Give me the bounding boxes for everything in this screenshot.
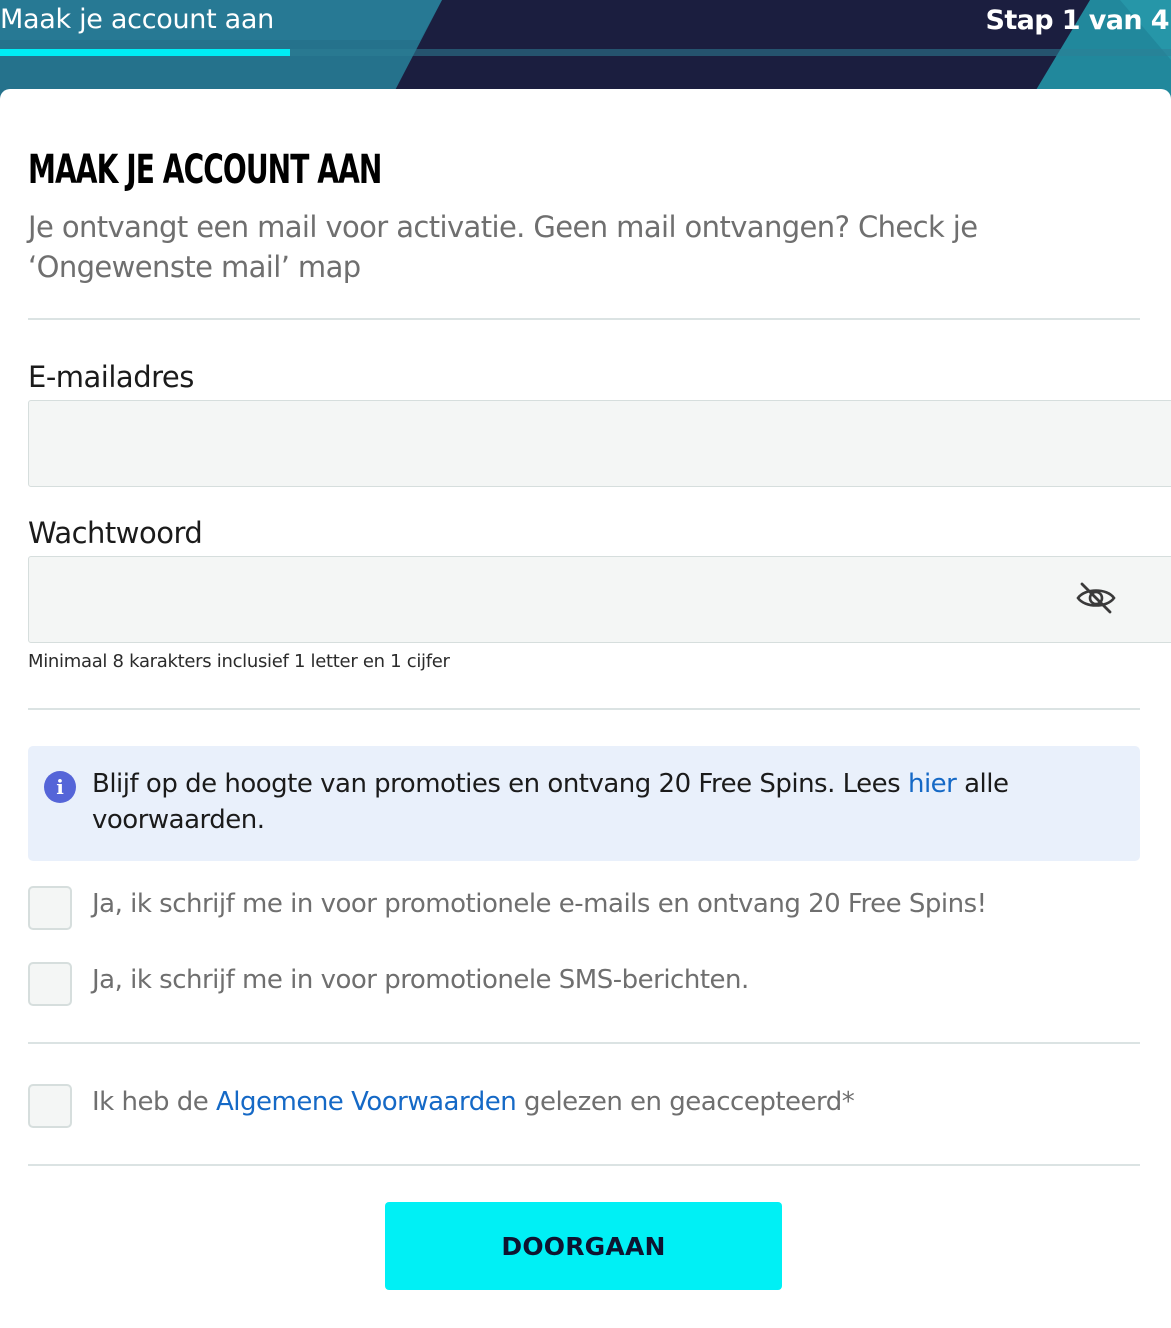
info-icon: i — [44, 771, 76, 803]
sms-promo-label[interactable]: Ja, ik schrijf me in voor promotionele S… — [92, 965, 749, 995]
continue-button[interactable]: DOORGAAN — [385, 1202, 782, 1290]
promo-info-box: i Blijf op de hoogte van promoties en on… — [28, 746, 1140, 861]
promo-info-text: Blijf op de hoogte van promoties en ontv… — [92, 766, 1102, 838]
step-indicator: Stap 1 van 4 — [985, 5, 1169, 36]
sms-promo-checkbox[interactable] — [28, 962, 72, 1006]
password-label: Wachtwoord — [28, 516, 203, 550]
divider — [28, 1042, 1140, 1044]
password-hint: Minimaal 8 karakters inclusief 1 letter … — [28, 651, 450, 672]
terms-label[interactable]: Ik heb de Algemene Voorwaarden gelezen e… — [92, 1087, 855, 1117]
email-promo-label[interactable]: Ja, ik schrijf me in voor promotionele e… — [92, 889, 987, 919]
password-field[interactable] — [28, 556, 1171, 643]
email-promo-checkbox[interactable] — [28, 886, 72, 930]
eye-slash-icon — [1076, 582, 1116, 614]
terms-text-after: gelezen en geaccepteerd* — [516, 1087, 855, 1117]
terms-checkbox[interactable] — [28, 1084, 72, 1128]
divider — [28, 318, 1140, 320]
terms-text-before: Ik heb de — [92, 1087, 216, 1117]
email-label: E-mailadres — [28, 360, 194, 394]
page-subtitle: Je ontvangt een mail voor activatie. Gee… — [28, 210, 978, 284]
divider — [28, 708, 1140, 710]
terms-link[interactable]: Algemene Voorwaarden — [216, 1087, 517, 1117]
header-title: Maak je account aan — [0, 4, 274, 35]
registration-card: MAAK JE ACCOUNT AAN Je ontvangt een mail… — [0, 89, 1171, 1328]
email-field[interactable] — [28, 400, 1171, 487]
promo-info-text-before: Blijf op de hoogte van promoties en ontv… — [92, 769, 908, 799]
header-banner: Maak je account aan Stap 1 van 4 — [0, 0, 1171, 100]
page-title: MAAK JE ACCOUNT AAN — [28, 147, 382, 193]
toggle-password-visibility-button[interactable] — [1074, 580, 1118, 616]
progress-fill — [0, 49, 290, 56]
divider — [28, 1164, 1140, 1166]
promo-terms-link[interactable]: hier — [908, 769, 957, 799]
